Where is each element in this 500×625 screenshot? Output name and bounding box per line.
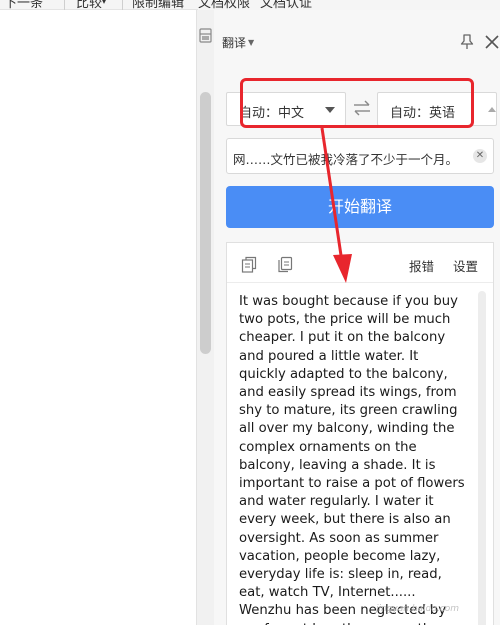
document-scrollbar-thumb[interactable] [200, 92, 211, 354]
panel-title: 翻译 [222, 36, 247, 50]
translation-result-text: It was bought because if you buy two pot… [239, 294, 465, 625]
toolbar-divider [64, 0, 65, 10]
settings-button[interactable]: 设置 [453, 256, 478, 275]
copy-icon[interactable] [241, 256, 257, 273]
watermark: jingyan.baidu.com [376, 604, 460, 614]
clear-icon[interactable]: ✕ [473, 149, 487, 163]
start-translate-button[interactable]: 开始翻译 [226, 186, 494, 228]
dropdown-arrow-icon [488, 107, 496, 112]
pin-icon[interactable] [460, 34, 474, 50]
annotation-highlight-box [240, 78, 474, 128]
source-text-input[interactable]: 网……文竹已被我冷落了不少于一个月。 ✕ [226, 138, 494, 174]
document-canvas[interactable] [0, 10, 196, 625]
panel-toggle-icon[interactable] [199, 28, 212, 43]
report-error-button[interactable]: 报错 [409, 256, 434, 275]
result-toolbar: 报错 设置 [227, 243, 493, 283]
toolbar-divider [122, 0, 123, 10]
result-scrollbar[interactable] [478, 291, 486, 625]
top-toolbar: 下一条 比较▾ 限制编辑 [0, 0, 198, 11]
dropdown-arrow-icon: ▾ [102, 0, 107, 6]
duplicate-icon[interactable] [277, 256, 293, 273]
document-scrollbar[interactable] [196, 10, 214, 625]
source-text-value: 网……文竹已被我冷落了不少于一个月。 [233, 152, 459, 167]
dropdown-arrow-icon: ▼ [248, 38, 255, 47]
top-toolbar-right: 文档权限 文档认证 [198, 0, 500, 11]
close-icon[interactable] [484, 34, 500, 50]
translation-result-box: 报错 设置 It was bought because if you buy t… [226, 242, 494, 625]
panel-title-menu[interactable]: 翻译 ▼ [222, 34, 254, 51]
